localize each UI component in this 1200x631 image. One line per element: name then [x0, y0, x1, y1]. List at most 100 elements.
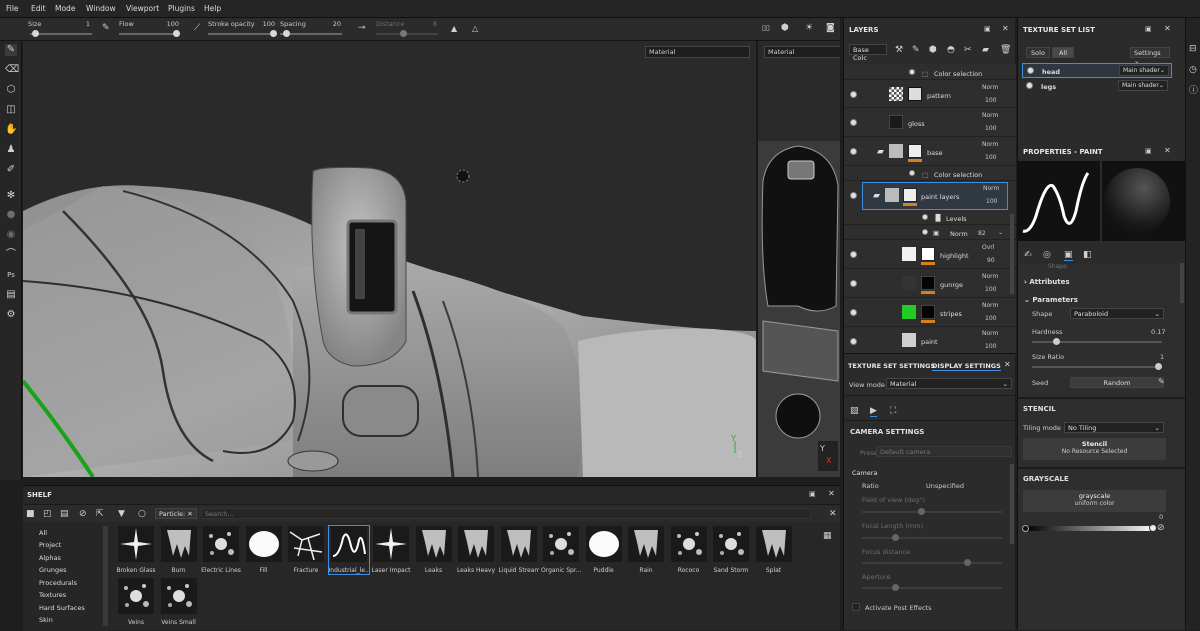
- blend-mode[interactable]: Norm: [982, 84, 998, 91]
- projection-icon[interactable]: ⬡: [5, 84, 17, 96]
- stroke-opacity-slider[interactable]: [208, 30, 277, 37]
- visibility-icon[interactable]: [850, 119, 857, 126]
- menu-file[interactable]: File: [6, 4, 19, 13]
- viewport-icon[interactable]: ⛶: [890, 406, 896, 416]
- menu-edit[interactable]: Edit: [31, 4, 46, 13]
- brush-item[interactable]: Veins Small: [159, 578, 199, 626]
- visibility-icon[interactable]: [850, 309, 857, 316]
- visibility-icon[interactable]: [850, 251, 857, 258]
- post-effects-checkbox[interactable]: [852, 603, 860, 611]
- viewport-2d-mode-select[interactable]: Material: [764, 46, 840, 58]
- brush-item[interactable]: Leaks: [414, 526, 454, 574]
- layers-close-icon[interactable]: ✕: [1002, 24, 1009, 34]
- chevron-down-icon[interactable]: ⌄: [998, 229, 1003, 236]
- add-mask-icon[interactable]: ◓: [947, 45, 955, 55]
- hardness-slider[interactable]: [1032, 338, 1162, 345]
- brush-item[interactable]: Veins: [116, 578, 156, 626]
- add-fill-layer-icon[interactable]: ⬢: [929, 45, 937, 55]
- pen-pressure-icon[interactable]: ⟋: [194, 23, 200, 33]
- filter-icon[interactable]: ▼: [118, 509, 125, 519]
- layer-opacity[interactable]: 90: [987, 257, 995, 264]
- add-paint-layer-icon[interactable]: ✎: [912, 45, 920, 55]
- blend-mode[interactable]: Ovrl: [982, 244, 994, 251]
- wrench-icon[interactable]: ⚒: [895, 45, 903, 55]
- image-icon[interactable]: ▨: [850, 406, 859, 416]
- smudge-icon[interactable]: ✋: [5, 124, 17, 136]
- layer-row-folder-selected[interactable]: ▰ paint layers Norm 100: [862, 182, 1008, 210]
- shelf-undock-icon[interactable]: ▣: [809, 489, 816, 499]
- visibility-icon[interactable]: [850, 148, 857, 155]
- categories-scrollbar[interactable]: [103, 526, 108, 626]
- brush-item[interactable]: Organic Spr...: [541, 526, 581, 574]
- size-ratio-value[interactable]: 1: [1160, 353, 1164, 361]
- info-icon[interactable]: ⓘ: [1189, 86, 1198, 96]
- grayscale-handle[interactable]: [1149, 524, 1157, 532]
- layer-row-folder[interactable]: ▰ base Norm 100: [844, 138, 1016, 166]
- effect-opacity[interactable]: 82: [978, 230, 986, 237]
- shelf-filter-tag[interactable]: Particle: ✕: [155, 508, 197, 519]
- size-ratio-slider[interactable]: [1032, 363, 1162, 370]
- layer-row[interactable]: gloss Norm 100: [844, 109, 1016, 137]
- props-close-icon[interactable]: ✕: [1164, 146, 1171, 156]
- blend-mode[interactable]: Norm: [982, 112, 998, 119]
- camera-cube-icon[interactable]: ⬢: [781, 23, 789, 33]
- grayscale-resource-button[interactable]: grayscale uniform color: [1023, 490, 1166, 512]
- add-folder-icon[interactable]: ▰: [982, 45, 989, 55]
- add-effect-icon[interactable]: ✂: [964, 45, 972, 55]
- blend-mode[interactable]: Norm: [982, 302, 998, 309]
- shape-tab-icon[interactable]: ▣: [1064, 250, 1073, 261]
- layer-opacity[interactable]: 100: [985, 97, 996, 104]
- layer-row-effect[interactable]: ⬚ Color selection: [844, 66, 1016, 80]
- lazy-mouse-icon[interactable]: ⊸: [358, 23, 366, 33]
- brush-item[interactable]: Electric Lines: [201, 526, 241, 574]
- layers-undock-icon[interactable]: ▣: [984, 24, 991, 34]
- brush-item[interactable]: Leaks Heavy: [456, 526, 496, 574]
- brush-item[interactable]: Laser Impact: [371, 526, 411, 574]
- seed-random-button[interactable]: Random: [1070, 377, 1164, 388]
- layer-opacity[interactable]: 100: [985, 343, 996, 350]
- visibility-icon[interactable]: [922, 229, 928, 235]
- menu-help[interactable]: Help: [204, 4, 221, 13]
- display-scrollbar[interactable]: [1010, 464, 1014, 544]
- tiling-mode-select[interactable]: No Tiling ⌄: [1064, 422, 1164, 433]
- visibility-icon[interactable]: [850, 338, 857, 345]
- view-mode-select[interactable]: Material ⌄: [886, 378, 1012, 389]
- visibility-icon[interactable]: [850, 91, 857, 98]
- all-button[interactable]: All: [1052, 47, 1074, 58]
- delete-layer-icon[interactable]: 🗑: [1000, 45, 1011, 55]
- ratio-value[interactable]: Unspecified: [926, 482, 964, 490]
- texture-set-row[interactable]: legs Main shader⌄: [1022, 79, 1172, 94]
- menu-window[interactable]: Window: [86, 4, 116, 13]
- size-value[interactable]: 1: [76, 20, 90, 28]
- viewport-2d[interactable]: Material Y X: [757, 41, 840, 477]
- brush-item[interactable]: Fill: [244, 526, 284, 574]
- stroke-opacity-value[interactable]: 100: [261, 20, 275, 28]
- shelf-search-close-icon[interactable]: ✕: [829, 509, 837, 519]
- brush-item[interactable]: Liquid Stream: [499, 526, 539, 574]
- grayscale-value[interactable]: 0: [1159, 513, 1163, 521]
- tsl-close-icon[interactable]: ✕: [1164, 24, 1171, 34]
- layer-row[interactable]: highlight Ovrl 90: [844, 241, 1016, 269]
- material-tab-icon[interactable]: ◧: [1083, 250, 1092, 260]
- eraser-icon[interactable]: ⌫: [5, 64, 19, 76]
- paint-brush-icon[interactable]: ✎: [5, 44, 17, 56]
- tsl-undock-icon[interactable]: ▣: [1145, 24, 1152, 34]
- layer-opacity[interactable]: 100: [985, 315, 996, 322]
- brush-item[interactable]: Burn: [159, 526, 199, 574]
- visibility-icon[interactable]: [922, 214, 928, 220]
- brush-item[interactable]: Rain: [626, 526, 666, 574]
- visibility-icon[interactable]: [850, 280, 857, 287]
- layer-row[interactable]: pattern Norm 100: [844, 81, 1016, 108]
- category-procedurals[interactable]: Procedurals: [39, 579, 77, 587]
- environment-icon[interactable]: ☀: [805, 23, 813, 33]
- color-picker-icon[interactable]: ⊘: [1157, 523, 1165, 533]
- visibility-icon[interactable]: [1026, 82, 1033, 89]
- settings-icon[interactable]: ⚙: [5, 309, 17, 321]
- category-textures[interactable]: Textures: [39, 591, 66, 599]
- brush-tab-icon[interactable]: ✍: [1024, 250, 1032, 260]
- history-icon[interactable]: ◷: [1189, 65, 1197, 75]
- symmetry-settings-icon[interactable]: △: [472, 24, 478, 34]
- new-folder-icon[interactable]: ◰: [43, 509, 52, 519]
- texture-set-row-selected[interactable]: head Main shader⌄: [1022, 63, 1172, 78]
- brush-item[interactable]: Industrial_le...: [327, 525, 370, 575]
